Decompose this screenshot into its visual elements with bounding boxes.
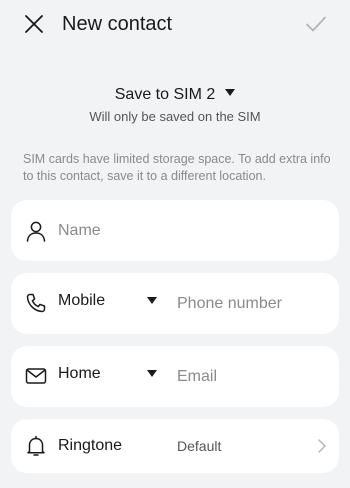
email-type-caret-icon[interactable] <box>147 370 157 377</box>
person-icon <box>26 221 46 242</box>
phone-type-caret-icon[interactable] <box>147 297 157 304</box>
name-field-card: Name <box>11 200 339 261</box>
envelope-icon <box>25 368 47 384</box>
top-app-bar: New contact <box>0 0 350 48</box>
save-location-dropdown[interactable]: Save to SIM 2 <box>0 84 350 106</box>
dropdown-caret-icon <box>225 89 236 97</box>
save-contact-button[interactable] <box>304 12 328 36</box>
email-field-card: Home Email <box>11 346 339 407</box>
save-location-subtitle: Will only be saved on the SIM <box>89 109 261 124</box>
checkmark-icon <box>306 16 326 32</box>
page-title: New contact <box>62 13 173 35</box>
chevron-right-icon <box>318 439 326 453</box>
storage-info-text: SIM cards have limited storage space. To… <box>23 152 331 183</box>
email-type-selector[interactable]: Home <box>58 363 101 385</box>
ringtone-row[interactable]: Ringtone Default <box>11 419 339 473</box>
phone-type-selector[interactable]: Mobile <box>58 290 105 312</box>
phone-icon <box>26 293 46 313</box>
name-input[interactable]: Name <box>58 220 101 242</box>
close-icon <box>25 15 43 33</box>
phone-number-input[interactable]: Phone number <box>177 293 282 315</box>
ringtone-value: Default <box>177 438 222 454</box>
email-input[interactable]: Email <box>177 366 217 388</box>
phone-field-card: Mobile Phone number <box>11 273 339 334</box>
bell-icon <box>27 435 45 456</box>
save-location-label: Save to SIM 2 <box>114 86 216 103</box>
ringtone-label: Ringtone <box>58 437 123 454</box>
close-button[interactable] <box>22 12 46 36</box>
